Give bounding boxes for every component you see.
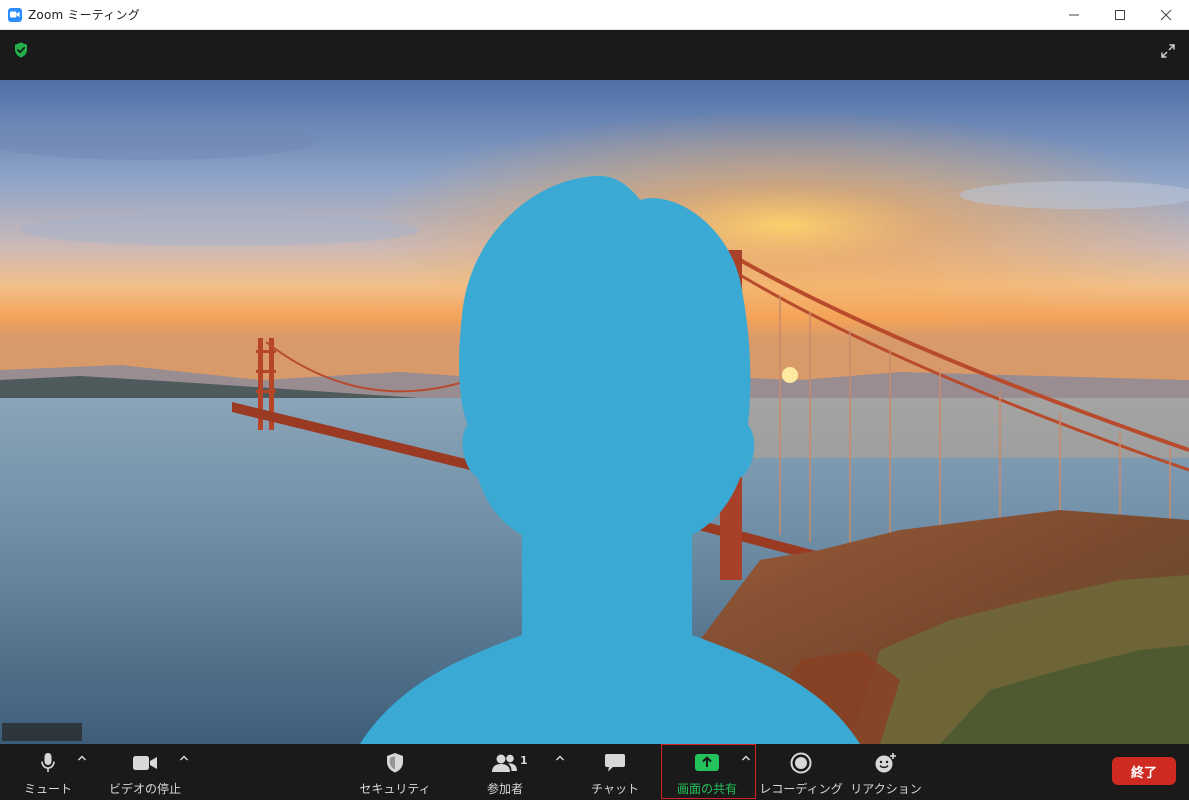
participant-name-tag — [2, 723, 82, 741]
participants-button[interactable]: 参加者 — [482, 744, 528, 800]
chevron-up-icon — [555, 755, 565, 761]
fullscreen-button[interactable] — [1159, 42, 1177, 60]
chevron-up-icon — [77, 755, 87, 761]
encryption-shield-button[interactable] — [11, 40, 31, 60]
meeting-top-bar — [0, 30, 1189, 80]
virtual-background-image — [0, 80, 1189, 744]
chat-bubble-icon — [605, 754, 625, 772]
video-label: ビデオの停止 — [108, 782, 181, 796]
minimize-icon — [1069, 14, 1079, 16]
share-options-caret[interactable] — [740, 752, 752, 764]
shield-icon — [387, 753, 403, 773]
security-label: セキュリティ — [359, 782, 431, 796]
share-screen-label: 画面の共有 — [676, 782, 737, 796]
record-icon — [790, 752, 812, 774]
close-button[interactable] — [1143, 0, 1189, 30]
share-screen-icon — [695, 754, 719, 771]
zoom-app-icon — [8, 7, 22, 22]
record-label: レコーディング — [759, 782, 843, 796]
video-area[interactable] — [0, 80, 1189, 744]
mute-button[interactable]: ミュート — [22, 744, 74, 800]
shield-check-icon — [15, 42, 27, 58]
end-meeting-button[interactable]: 終了 — [1112, 757, 1176, 785]
close-icon — [1160, 9, 1172, 21]
window-title: Zoom ミーティング — [28, 8, 140, 22]
maximize-button[interactable] — [1097, 0, 1143, 30]
stop-video-button[interactable]: ビデオの停止 — [104, 744, 186, 800]
chevron-up-icon — [179, 755, 189, 761]
share-screen-button[interactable]: 画面の共有 — [670, 744, 744, 800]
window-titlebar: Zoom ミーティング — [0, 0, 1189, 30]
video-options-caret[interactable] — [178, 752, 190, 764]
reactions-label: リアクション — [850, 782, 922, 796]
emoji-add-icon — [875, 753, 896, 773]
record-button[interactable]: レコーディング — [759, 744, 843, 800]
people-icon — [492, 754, 517, 772]
chevron-up-icon — [741, 755, 751, 761]
video-camera-icon — [133, 756, 157, 770]
reactions-button[interactable]: リアクション — [850, 744, 922, 800]
participants-options-caret[interactable] — [554, 752, 566, 764]
chat-button[interactable]: チャット — [591, 744, 639, 800]
microphone-icon — [41, 753, 55, 772]
participants-count: 1 — [520, 754, 528, 767]
security-button[interactable]: セキュリティ — [359, 744, 431, 800]
expand-icon — [1161, 44, 1175, 58]
participants-label: 参加者 — [486, 782, 523, 796]
mute-label: ミュート — [23, 782, 72, 796]
meeting-toolbar: ミュート ビデオの停止 セキュリティ 参加者 1 チャット 画面の共有 レコーデ… — [0, 744, 1189, 800]
minimize-button[interactable] — [1051, 0, 1097, 30]
chat-label: チャット — [591, 782, 639, 796]
maximize-icon — [1115, 10, 1125, 20]
audio-options-caret[interactable] — [76, 752, 88, 764]
